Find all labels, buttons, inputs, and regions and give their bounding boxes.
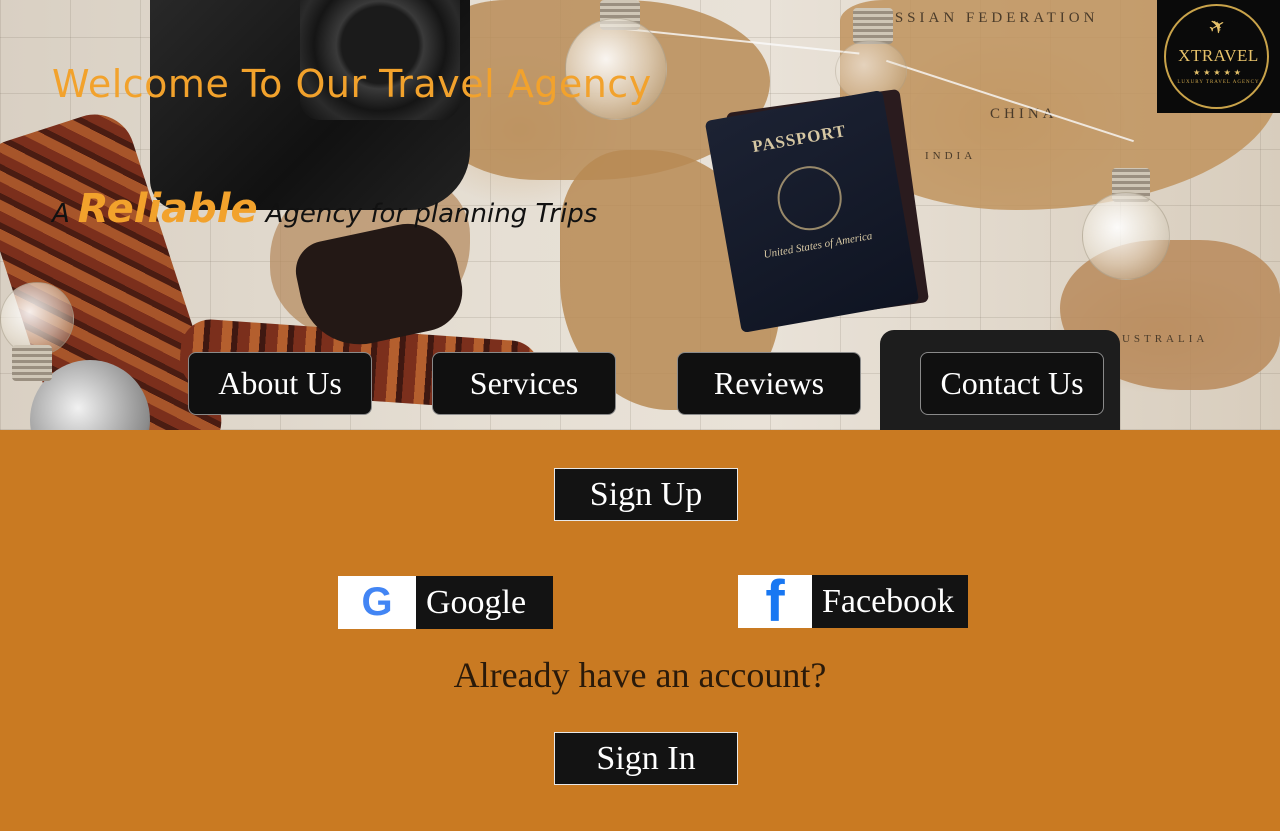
tagline: A Reliable Agency for planning Trips [52,186,597,232]
xtravel-logo[interactable]: ✈ XTRAVEL ★★★★★ LUXURY TRAVEL AGENCY [1157,0,1280,113]
passport-title: PASSPORT [750,121,848,157]
google-icon: G [338,576,416,629]
google-login-button[interactable]: G Google [338,576,553,629]
eagle-seal-icon [772,161,847,236]
sign-up-button[interactable]: Sign Up [554,468,738,521]
google-g-glyph: G [361,580,393,624]
facebook-label: Facebook [822,582,955,620]
nav-services-button[interactable]: Services [432,352,616,415]
hero-banner: USSIAN FEDERATION CHINA INDIA AUSTRALIA … [0,0,1280,430]
bulb-cap [12,345,52,381]
map-label: USSIAN FEDERATION [880,10,1099,26]
passport-image: PASSPORT United States of America [704,90,920,333]
nav-contact-us-button[interactable]: Contact Us [920,352,1104,415]
facebook-login-button[interactable]: f Facebook [738,572,968,630]
google-label: Google [426,583,527,621]
light-bulb [1082,192,1170,280]
tagline-suffix: Agency for planning Trips [265,199,598,229]
welcome-heading: Welcome To Our Travel Agency [52,62,652,106]
facebook-icon: f [738,572,812,630]
logo-stars: ★★★★★ [1193,68,1244,77]
tagline-prefix: A [52,199,70,229]
bulb-cap [853,8,893,44]
tagline-highlight: Reliable [77,186,258,232]
already-account-text: Already have an account? [453,655,827,695]
map-label: AUSTRALIA [1110,333,1209,345]
sign-in-button[interactable]: Sign In [554,732,738,785]
map-label: INDIA [925,150,977,162]
logo-name: XTRAVEL [1178,46,1259,65]
nav-reviews-button[interactable]: Reviews [677,352,861,415]
passport-subtitle: United States of America [762,230,874,261]
nav-about-us-button[interactable]: About Us [188,352,372,415]
logo-tagline: LUXURY TRAVEL AGENCY [1177,80,1260,85]
